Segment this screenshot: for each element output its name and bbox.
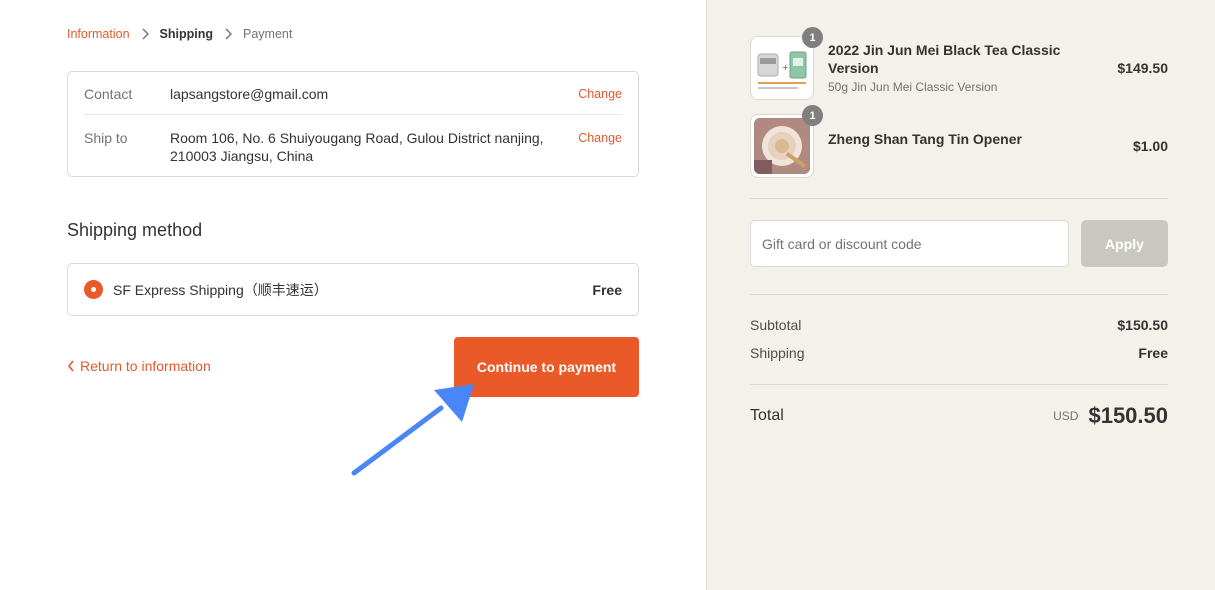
tin-opener-image-icon <box>754 118 810 174</box>
ship-to-address-line2: 210003 Jiangsu, China <box>170 148 314 164</box>
product-name: Zheng Shan Tang Tin Opener <box>828 131 1022 147</box>
contact-row: Contact lapsangstore@gmail.com Change <box>84 85 622 115</box>
shipping-row: Shipping Free <box>750 345 1168 361</box>
ship-to-address-line1: Room 106, No. 6 Shuiyougang Road, Gulou … <box>170 130 544 146</box>
ship-to-label: Ship to <box>84 130 128 146</box>
quantity-badge: 1 <box>802 105 823 126</box>
shipping-method-price: Free <box>592 281 622 298</box>
product-name: 2022 Jin Jun Mei Black Tea Classic Versi… <box>828 41 1061 76</box>
subtotal-label: Subtotal <box>750 317 802 333</box>
total-label: Total <box>750 407 784 424</box>
discount-code-input[interactable] <box>750 220 1069 267</box>
change-contact-link[interactable]: Change <box>558 85 622 114</box>
contact-label: Contact <box>84 86 133 102</box>
product-thumbnail: 1 <box>750 105 823 178</box>
annotation-arrow-icon <box>351 384 474 476</box>
total-value-group: USD $150.50 <box>1053 403 1168 429</box>
radio-selected-icon[interactable] <box>84 280 103 299</box>
product-variant: 50g Jin Jun Mei Classic Version <box>828 79 998 94</box>
checkout-main: Information Shipping Payment Contact lap… <box>0 0 706 590</box>
return-to-information-link[interactable]: Return to information <box>67 358 211 374</box>
cart-item: 1 Zheng Shan Tang Tin Opener $1.00 <box>750 105 1168 178</box>
divider <box>750 384 1168 385</box>
product-info: 2022 Jin Jun Mei Black Tea Classic Versi… <box>814 41 1097 96</box>
chevron-right-icon <box>137 27 153 41</box>
contact-value: lapsangstore@gmail.com <box>170 86 329 102</box>
product-price: $1.00 <box>1132 138 1168 154</box>
divider <box>750 198 1168 199</box>
product-price: $149.50 <box>1117 60 1168 76</box>
quantity-badge: 1 <box>802 27 823 48</box>
shipping-label: Shipping <box>750 345 805 361</box>
continue-to-payment-button[interactable]: Continue to payment <box>454 337 639 397</box>
change-ship-to-link[interactable]: Change <box>558 129 622 165</box>
return-link-label: Return to information <box>80 358 211 374</box>
breadcrumb-payment: Payment <box>243 27 293 41</box>
total-row: Total USD $150.50 <box>750 403 1168 429</box>
breadcrumb-shipping: Shipping <box>159 27 213 41</box>
svg-text:+: + <box>782 63 789 72</box>
cart-item: + 1 2022 Jin Jun Mei Black Tea Classic V… <box>750 27 1168 100</box>
currency-code: USD <box>1053 409 1079 423</box>
chevron-left-icon <box>67 360 74 372</box>
product-info: Zheng Shan Tang Tin Opener <box>814 131 1113 148</box>
chevron-right-icon <box>220 27 236 41</box>
shipping-value: Free <box>1138 345 1168 361</box>
subtotal-row: Subtotal $150.50 <box>750 317 1168 333</box>
ship-to-row: Ship to Room 106, No. 6 Shuiyougang Road… <box>84 129 622 165</box>
order-summary-sidebar: + 1 2022 Jin Jun Mei Black Tea Classic V… <box>706 0 1215 590</box>
shipping-method-option[interactable]: SF Express Shipping（顺丰速运） Free <box>67 263 639 316</box>
divider <box>750 294 1168 295</box>
review-box: Contact lapsangstore@gmail.com Change Sh… <box>67 71 639 177</box>
subtotal-value: $150.50 <box>1117 317 1168 333</box>
shipping-method-label: SF Express Shipping（顺丰速运） <box>113 281 328 298</box>
ship-to-value: Room 106, No. 6 Shuiyougang Road, Gulou … <box>170 129 558 165</box>
product-thumbnail: + 1 <box>750 27 823 100</box>
apply-discount-button[interactable]: Apply <box>1081 220 1168 267</box>
total-amount: $150.50 <box>1088 403 1168 428</box>
tea-tin-image-icon: + <box>754 40 810 96</box>
shipping-method-title: Shipping method <box>67 220 203 240</box>
breadcrumb: Information Shipping Payment <box>67 27 292 41</box>
breadcrumb-information[interactable]: Information <box>67 27 130 41</box>
